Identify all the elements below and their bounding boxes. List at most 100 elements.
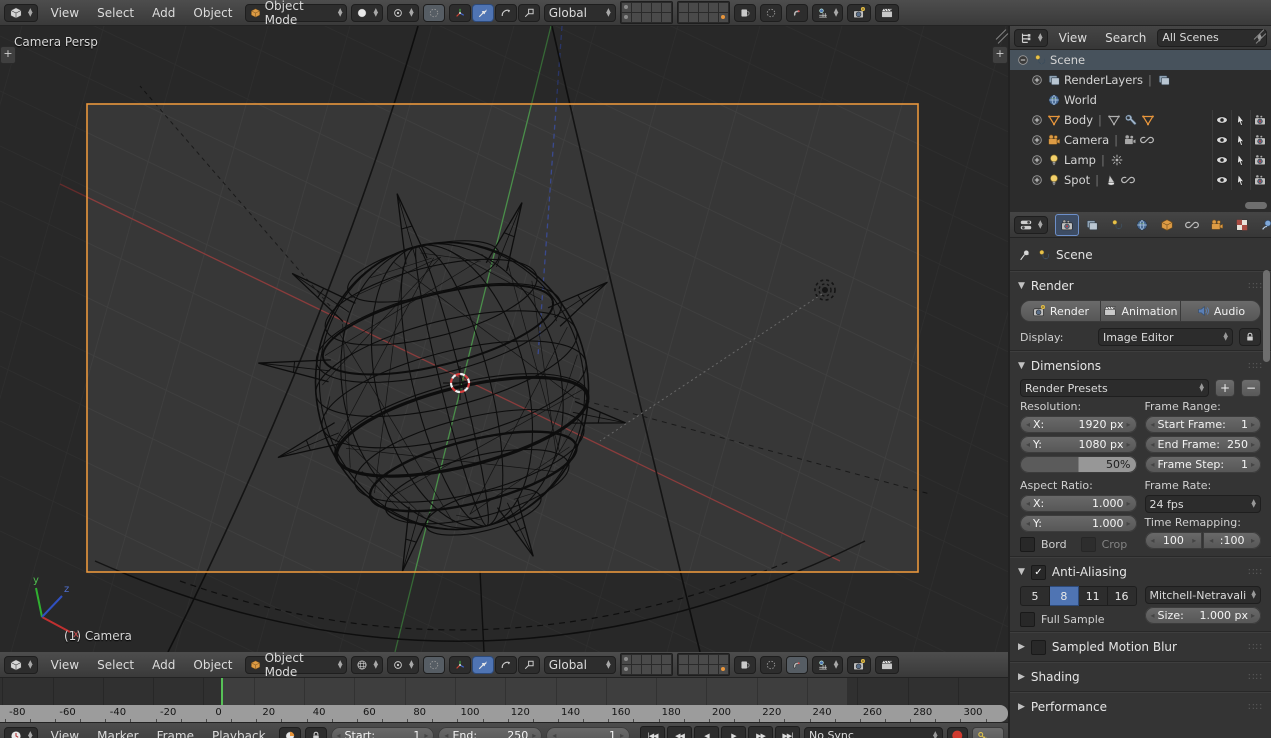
increment-arrow-icon[interactable]: ▸ — [1126, 499, 1130, 508]
manipulator-scale-button[interactable] — [518, 4, 540, 22]
layer-cell[interactable] — [622, 655, 631, 664]
menu-view[interactable]: View — [42, 729, 88, 738]
audio-button[interactable]: Audio — [1181, 300, 1261, 322]
tab-object-tab[interactable] — [1155, 214, 1179, 236]
aa-filter-dropdown[interactable]: Mitchell-Netravali ▲▼ — [1145, 586, 1262, 604]
anti-aliasing-panel-header[interactable]: ▼ ✓ Anti-Aliasing ∷∷ — [1018, 562, 1263, 582]
render-presets-dropdown[interactable]: Render Presets ▲▼ — [1020, 379, 1209, 397]
display-lock-button[interactable] — [1239, 328, 1261, 346]
tab-renderlayers-tab[interactable] — [1080, 214, 1104, 236]
snap-element-dropdown[interactable]: ▲▼ — [812, 4, 844, 22]
outliner-row-lamp[interactable]: Lamp| — [1010, 150, 1271, 170]
tab-physics-tab[interactable] — [1255, 214, 1271, 236]
increment-arrow-icon[interactable]: ▸ — [1251, 460, 1255, 469]
tab-scene-tab[interactable] — [1105, 214, 1129, 236]
layer-cell[interactable] — [632, 665, 641, 674]
decrement-arrow-icon[interactable]: ◂ — [1209, 536, 1213, 545]
tab-constraints-tab[interactable] — [1180, 214, 1204, 236]
increment-arrow-icon[interactable]: ▸ — [424, 731, 428, 738]
restrict-eye-toggle[interactable] — [1212, 130, 1231, 150]
pin-icon[interactable] — [1018, 248, 1032, 262]
menu-add[interactable]: Add — [143, 658, 184, 672]
restrict-camrest-toggle[interactable] — [1250, 110, 1269, 130]
layer-cell[interactable] — [679, 13, 688, 22]
border-checkbox[interactable] — [1020, 537, 1035, 552]
layer-cell[interactable] — [689, 13, 698, 22]
timeline-ruler[interactable]: -80-60-40-200204060801001201401601802002… — [0, 705, 1008, 722]
tab-texture-tab[interactable] — [1230, 214, 1254, 236]
outliner-row-world[interactable]: World — [1010, 90, 1271, 110]
properties-region-open-tab[interactable]: + — [992, 46, 1008, 64]
layer-cell[interactable] — [689, 3, 698, 12]
layer-cell[interactable] — [652, 665, 661, 674]
layer-cell[interactable] — [709, 655, 718, 664]
restrict-cursor-toggle[interactable] — [1231, 150, 1250, 170]
manipulator-rotate-button[interactable] — [495, 656, 517, 674]
timeline-track[interactable] — [0, 678, 1008, 705]
panel-grip-icon[interactable]: ∷∷ — [1248, 642, 1263, 653]
layer-cell[interactable] — [642, 3, 651, 12]
panel-grip-icon[interactable]: ∷∷ — [1248, 567, 1263, 578]
panel-grip-icon[interactable]: ∷∷ — [1248, 281, 1263, 292]
panel-grip-icon[interactable]: ∷∷ — [1248, 672, 1263, 683]
remap-new-field[interactable]: ◂ :100 ▸ — [1203, 532, 1261, 549]
end-frame-field[interactable]: ◂ End Frame: 250 ▸ — [1145, 436, 1262, 453]
editor-type-button[interactable]: ▲▼ — [1014, 29, 1048, 47]
anti-aliasing-checkbox[interactable]: ✓ — [1031, 565, 1046, 580]
lock-time-button[interactable] — [305, 727, 327, 738]
expand-triangle-icon[interactable]: ▼ — [1018, 567, 1025, 577]
jump-to-start-button[interactable]: |◀◀ — [640, 726, 665, 738]
restrict-eye-toggle[interactable] — [1212, 150, 1231, 170]
outliner-row-scene[interactable]: Scene — [1010, 50, 1271, 70]
lock-to-scene-button[interactable] — [734, 4, 756, 22]
editor-type-button[interactable]: ▲▼ — [4, 4, 38, 22]
panel-header-shading[interactable]: ▶Shading∷∷ — [1018, 667, 1263, 687]
current-frame-indicator[interactable] — [221, 678, 223, 705]
outliner-row-renderlayers[interactable]: RenderLayers| — [1010, 70, 1271, 90]
display-dropdown[interactable]: Image Editor ▲▼ — [1098, 328, 1233, 346]
layers-grid-1[interactable] — [620, 1, 673, 24]
layer-cell[interactable] — [719, 655, 728, 664]
layer-cell[interactable] — [662, 13, 671, 22]
increment-arrow-icon[interactable]: ▸ — [620, 731, 624, 738]
render-button[interactable]: Render — [1020, 300, 1101, 322]
resolution-y-field[interactable]: ◂ Y: 1080 px ▸ — [1020, 436, 1137, 453]
decrement-arrow-icon[interactable]: ◂ — [1026, 519, 1030, 528]
layers-grid-2[interactable] — [677, 1, 730, 24]
layer-cell[interactable] — [709, 665, 718, 674]
menu-frame[interactable]: Frame — [148, 729, 203, 738]
layer-cell[interactable] — [662, 3, 671, 12]
aa-sample-11-button[interactable]: 11 — [1079, 586, 1108, 606]
increment-arrow-icon[interactable]: ▸ — [1251, 440, 1255, 449]
increment-arrow-icon[interactable]: ▸ — [1126, 420, 1130, 429]
play-button[interactable]: ▶ — [721, 726, 746, 738]
lock-to-scene-button[interactable] — [734, 656, 756, 674]
restrict-cursor-toggle[interactable] — [1231, 130, 1250, 150]
layer-cell[interactable] — [652, 3, 661, 12]
decrement-arrow-icon[interactable]: ◂ — [552, 731, 556, 738]
panel-grip-icon[interactable]: ∷∷ — [1248, 361, 1263, 372]
increment-arrow-icon[interactable]: ▸ — [1126, 519, 1130, 528]
full-sample-checkbox[interactable] — [1020, 612, 1035, 627]
3d-viewport[interactable]: xyz Camera Persp (1) Camera + + — [0, 26, 1008, 652]
layer-cell[interactable] — [662, 655, 671, 664]
restrict-cursor-toggle[interactable] — [1231, 170, 1250, 190]
crop-checkbox[interactable] — [1081, 537, 1096, 552]
render-panel-header[interactable]: ▼ Render ∷∷ — [1018, 276, 1263, 296]
mode-dropdown[interactable]: Object Mode ▲▼ — [245, 656, 347, 674]
menu-select[interactable]: Select — [88, 6, 143, 20]
decrement-arrow-icon[interactable]: ◂ — [1151, 440, 1155, 449]
aa-sample-8-button[interactable]: 8 — [1050, 586, 1079, 606]
manipulator-scale-button[interactable] — [518, 656, 540, 674]
orientation-dropdown[interactable]: Global ▲▼ — [544, 4, 616, 22]
menu-object[interactable]: Object — [184, 658, 241, 672]
menu-select[interactable]: Select — [88, 658, 143, 672]
pivot-point-dropdown[interactable]: ▲▼ — [387, 656, 419, 674]
resolution-x-field[interactable]: ◂ X: 1920 px ▸ — [1020, 416, 1137, 433]
proportional-edit-button[interactable] — [760, 656, 782, 674]
next-keyframe-button[interactable]: ▶▶ — [748, 726, 773, 738]
layer-cell[interactable] — [679, 655, 688, 664]
manipulator-toggle[interactable] — [449, 4, 471, 22]
layer-cell[interactable] — [679, 3, 688, 12]
opengl-render-anim-button[interactable] — [875, 656, 899, 674]
